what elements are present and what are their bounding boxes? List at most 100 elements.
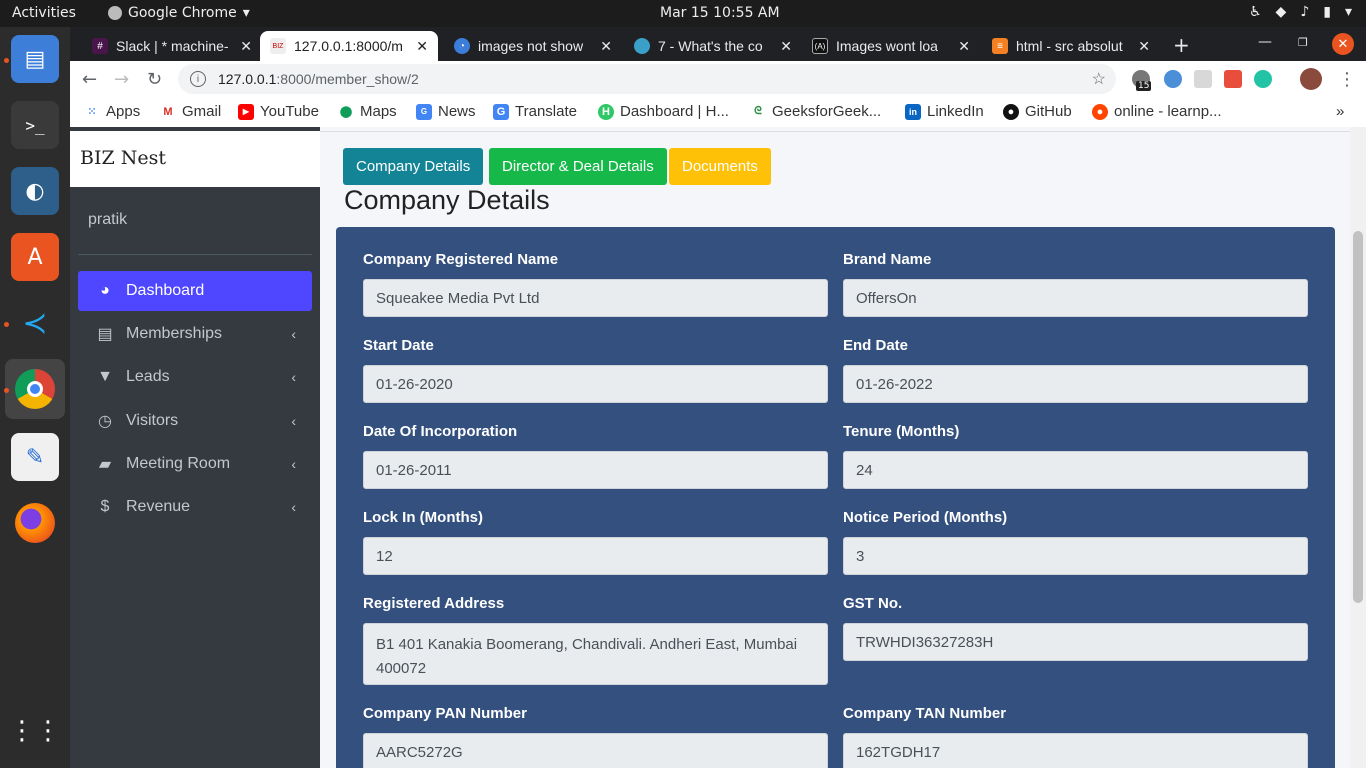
documents-button[interactable]: Documents [669,148,771,185]
bookmark-label: Gmail [182,103,222,120]
volume-icon[interactable]: ♪ [1300,4,1309,20]
tab-whats-the[interactable]: 7 - What's the co ✕ [624,31,802,61]
tab-images-not-showing[interactable]: ◔ images not show ✕ [444,31,622,61]
new-tab-button[interactable]: + [1173,33,1190,57]
header-divider [320,131,1350,132]
tenure-field[interactable]: 24 [843,451,1308,489]
site-info-icon[interactable]: i [190,71,206,87]
chevron-left-icon: ‹ [291,456,296,472]
notice-period-field[interactable]: 3 [843,537,1308,575]
reload-icon[interactable]: ↻ [147,69,162,90]
bookmark-apps[interactable]: ⁙ Apps [84,103,140,120]
close-tab-icon[interactable]: ✕ [958,38,970,55]
brand-logo[interactable]: BIZ Nest [70,131,320,187]
gst-field[interactable]: TRWHDI36327283H [843,623,1308,661]
user-name[interactable]: pratik [88,211,127,229]
show-apps-icon[interactable]: ⋮⋮ [9,707,61,755]
close-tab-icon[interactable]: ✕ [416,38,428,55]
bookmark-star-icon[interactable]: ☆ [1092,69,1106,89]
lock-in-field[interactable]: 12 [363,537,828,575]
terminal-icon[interactable]: >_ [11,101,59,149]
company-name-field[interactable]: Squeakee Media Pvt Ltd [363,279,828,317]
close-tab-icon[interactable]: ✕ [600,38,612,55]
system-tray[interactable]: ♿ ◆ ♪ ▮ ▾ [1249,4,1352,20]
files-icon[interactable]: ▤ [11,35,59,83]
registered-address-textarea[interactable]: B1 401 Kanakia Boomerang, Chandivali. An… [363,623,828,685]
sidebar-item-meeting-room[interactable]: ▰ Meeting Room ‹ [78,444,312,484]
sidebar: BIZ Nest pratik ◕ Dashboard ▤ Membership… [70,127,320,768]
extension-icon[interactable] [1164,70,1182,88]
sidebar-item-revenue[interactable]: $ Revenue ‹ [78,487,312,527]
bookmark-gmail[interactable]: M Gmail [160,103,221,120]
minimize-icon[interactable]: — [1258,34,1272,50]
tan-field[interactable]: 162TGDH17 [843,733,1308,768]
url-host: 127.0.0.1 [218,71,277,87]
address-bar[interactable]: i 127.0.0.1 :8000/member_show/2 ☆ [178,64,1116,94]
software-center-icon[interactable]: A [11,233,59,281]
bookmark-hackerrank[interactable]: H Dashboard | H... [598,103,729,120]
close-tab-icon[interactable]: ✕ [240,38,252,55]
tab-images-wont-load[interactable]: (A) Images wont loa ✕ [802,31,980,61]
bookmark-reddit[interactable]: ● online - learnp... [1092,103,1222,120]
vscode-icon[interactable]: ≺ [11,299,59,347]
mysql-workbench-icon[interactable]: ◐ [11,167,59,215]
chevron-down-icon[interactable]: ▾ [1345,4,1352,20]
activities-button[interactable]: Activities [12,5,76,21]
pan-field[interactable]: AARC5272G [363,733,828,768]
bookmark-geeksforgeeks[interactable]: ᘓ GeeksforGeek... [750,103,881,120]
wifi-icon[interactable]: ◆ [1276,4,1287,20]
company-name-label: Company Registered Name [363,251,559,268]
tab-title: images not show [478,38,584,54]
back-icon[interactable]: ← [82,69,97,90]
bookmarks-overflow-icon[interactable]: » [1336,103,1344,120]
close-window-icon[interactable]: ✕ [1332,33,1354,55]
chrome-icon[interactable] [5,359,65,419]
page-scrollbar[interactable] [1350,127,1366,768]
brand-name-field[interactable]: OffersOn [843,279,1308,317]
app-menu[interactable]: Google Chrome ▾ [108,5,250,21]
gmail-icon: M [163,105,173,118]
linkedin-icon: in [905,103,921,120]
close-tab-icon[interactable]: ✕ [780,38,792,55]
bookmark-label: online - learnp... [1114,103,1222,120]
extension-icon[interactable] [1194,70,1212,88]
sidebar-item-dashboard[interactable]: ◕ Dashboard [78,271,312,311]
director-deal-details-button[interactable]: Director & Deal Details [489,148,667,185]
tab-member-show[interactable]: BIZ 127.0.0.1:8000/m ✕ [260,31,438,61]
extension-icon[interactable] [1254,70,1272,88]
avatar[interactable] [1300,68,1322,90]
sidebar-item-label: Memberships [126,325,223,342]
bookmark-maps[interactable]: ⬤ Maps [338,103,397,120]
bookmark-linkedin[interactable]: in LinkedIn [905,103,984,120]
bookmark-github[interactable]: ● GitHub [1003,103,1072,120]
sidebar-item-leads[interactable]: ▼ Leads ‹ [78,357,312,397]
incorporation-date-field[interactable]: 01-26-2011 [363,451,828,489]
clock[interactable]: Mar 15 10:55 AM [660,5,780,21]
firefox-icon[interactable] [11,499,59,547]
menu-kebab-icon[interactable]: ⋮ [1338,69,1356,90]
company-details-button[interactable]: Company Details [343,148,484,185]
close-tab-icon[interactable]: ✕ [1138,38,1150,55]
maximize-icon[interactable]: ❐ [1298,36,1308,49]
browser-toolbar: ← → ↻ i 127.0.0.1 :8000/member_show/2 ☆ … [70,61,1366,97]
lock-in-label: Lock In (Months) [363,509,483,526]
accessibility-icon[interactable]: ♿ [1249,4,1262,20]
text-editor-icon[interactable]: ✎ [11,433,59,481]
extension-icon[interactable] [1224,70,1242,88]
battery-icon[interactable]: ▮ [1323,4,1331,20]
sidebar-item-memberships[interactable]: ▤ Memberships ‹ [78,314,312,354]
start-date-field[interactable]: 01-26-2020 [363,365,828,403]
bookmark-youtube[interactable]: ▶ YouTube [238,103,319,120]
bookmark-news[interactable]: G News [416,103,476,120]
tab-html-src-absolute[interactable]: ≡ html - src absolut ✕ [982,31,1160,61]
tab-title: 7 - What's the co [658,38,763,54]
hackerrank-icon: H [598,103,614,120]
pan-label: Company PAN Number [363,705,527,722]
bookmark-translate[interactable]: G Translate [493,103,577,120]
tab-slack[interactable]: # Slack | * machine- ✕ [82,31,262,61]
end-date-field[interactable]: 01-26-2022 [843,365,1308,403]
sidebar-item-visitors[interactable]: ◷ Visitors ‹ [78,401,312,441]
gst-label: GST No. [843,595,903,612]
scrollbar-thumb[interactable] [1353,231,1363,603]
forward-icon[interactable]: → [114,69,129,90]
